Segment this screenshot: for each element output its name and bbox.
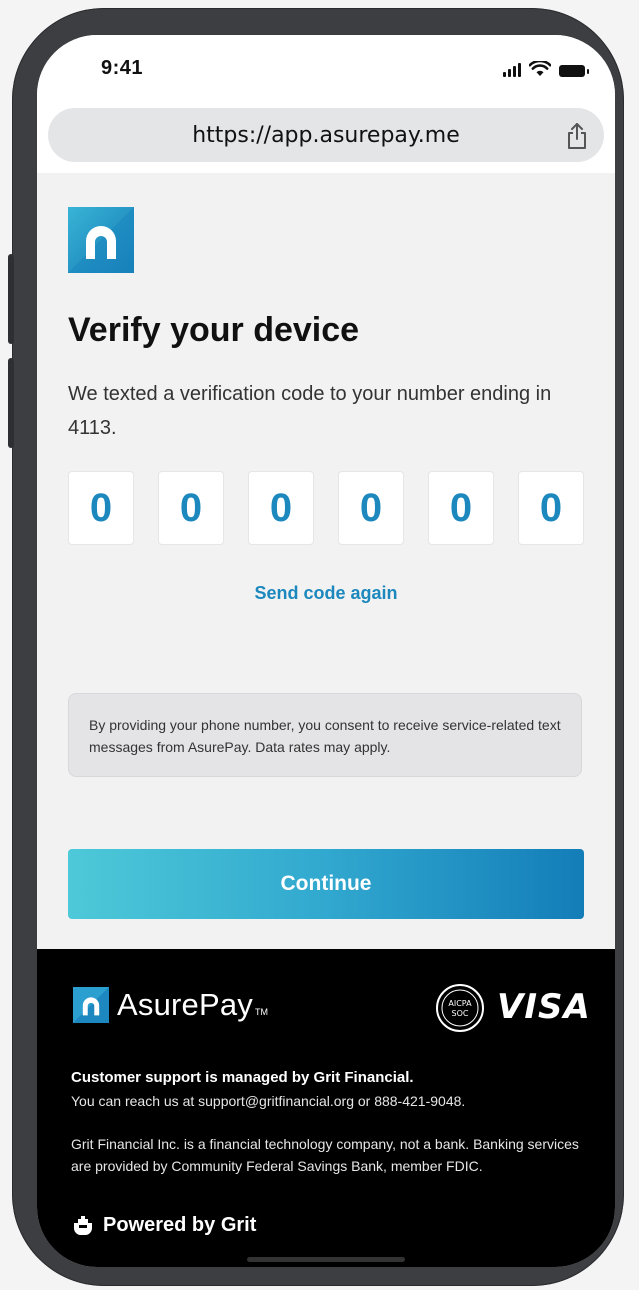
screen: 9:41 https://app.asurepay.me Verify your…: [37, 35, 615, 1267]
code-digit-field[interactable]: 0: [158, 471, 224, 545]
soc-label: SOC: [452, 1009, 469, 1018]
home-indicator: [247, 1257, 405, 1262]
footer: AsurePay TM AICPA SOC VISA Customer supp…: [37, 949, 615, 1267]
code-digit-field[interactable]: 0: [338, 471, 404, 545]
grit-hand-icon: [74, 1216, 93, 1236]
code-digit-field[interactable]: 0: [518, 471, 584, 545]
support-title: Customer support is managed by Grit Fina…: [71, 1069, 414, 1086]
verification-code-input: 0 0 0 0 0 0: [68, 471, 584, 545]
aicpa-soc-icon: AICPA SOC: [436, 984, 484, 1032]
main-content: Verify your device We texted a verificat…: [37, 173, 615, 949]
consent-notice: By providing your phone number, you cons…: [68, 693, 582, 777]
visa-logo: VISA: [497, 987, 591, 1027]
powered-by: Powered by Grit: [71, 1213, 256, 1237]
url-text: https://app.asurepay.me: [192, 122, 460, 148]
page-subtitle: We texted a verification code to your nu…: [68, 383, 552, 439]
asurepay-logo-icon: [68, 207, 134, 273]
share-icon[interactable]: [564, 122, 590, 150]
wifi-icon: [529, 61, 551, 76]
browser-bar: https://app.asurepay.me: [37, 103, 615, 173]
volume-button: [8, 358, 14, 448]
status-icons: [503, 59, 589, 77]
url-field[interactable]: https://app.asurepay.me: [48, 108, 604, 162]
signal-icon: [503, 63, 521, 77]
status-bar: 9:41: [37, 35, 615, 103]
aicpa-label: AICPA: [448, 999, 472, 1008]
page-title: Verify your device: [68, 311, 360, 349]
code-digit-field[interactable]: 0: [428, 471, 494, 545]
brand-name: AsurePay: [117, 987, 253, 1022]
footer-brand: AsurePay TM: [73, 987, 268, 1023]
continue-button[interactable]: Continue: [68, 849, 584, 919]
send-code-again-link[interactable]: Send code again: [37, 583, 615, 604]
volume-button: [8, 254, 14, 344]
legal-disclaimer: Grit Financial Inc. is a financial techn…: [71, 1136, 579, 1174]
support-contact: You can reach us at support@gritfinancia…: [71, 1093, 466, 1109]
code-digit-field[interactable]: 0: [68, 471, 134, 545]
powered-by-label: Powered by Grit: [103, 1213, 257, 1236]
asurepay-logo-icon: [73, 987, 109, 1023]
battery-icon: [559, 65, 589, 77]
status-time: 9:41: [101, 57, 144, 79]
brand-trademark: TM: [255, 1007, 268, 1017]
code-digit-field[interactable]: 0: [248, 471, 314, 545]
